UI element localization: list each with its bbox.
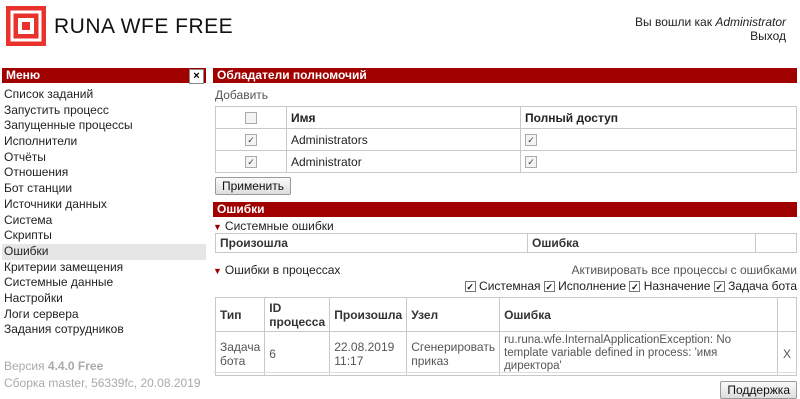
brand-title: RUNA WFE FREE [54, 15, 234, 38]
system-errors-label: Системные ошибки [224, 219, 334, 233]
owners-table: Имя Полный доступ ✓ Administrators ✓ ✓ A… [215, 106, 797, 173]
menu-title: Меню [6, 68, 41, 82]
process-errors-table: Тип ID процесса Произошла Узел Ошибка За… [214, 297, 797, 376]
menu-item-reports[interactable]: Отчёты [2, 150, 206, 166]
menu-item-relations[interactable]: Отношения [2, 165, 206, 181]
menu-item-executors[interactable]: Исполнители [2, 134, 206, 150]
footer-divider [213, 372, 797, 373]
menu-item-tasks[interactable]: Список заданий [2, 87, 206, 103]
filter-checkboxes: ✓ Системная ✓ Исполнение ✓ Назначение ✓ … [213, 279, 797, 293]
col-type: Тип [214, 297, 266, 332]
username: Administrator [715, 15, 786, 29]
row-select-cell: ✓ [215, 150, 287, 173]
menu-item-start-process[interactable]: Запустить процесс [2, 103, 206, 119]
col-error: Ошибка [527, 233, 756, 253]
owner-name: Administrator [286, 150, 521, 173]
menu-item-data-sources[interactable]: Источники данных [2, 197, 206, 213]
error-date: 22.08.2019 11:17 [329, 331, 408, 376]
errors-header: Ошибки [213, 202, 797, 217]
menu-item-running-processes[interactable]: Запущенные процессы [2, 118, 206, 134]
row-checkbox[interactable]: ✓ [245, 134, 257, 147]
menu-item-system-data[interactable]: Системные данные [2, 275, 206, 291]
filter-label-execution: Исполнение [558, 279, 627, 293]
table-row: ✓ Administrator ✓ [215, 150, 797, 173]
process-errors-toggle[interactable]: ▼ Ошибки в процессах [213, 263, 340, 277]
error-node: Сгенерировать приказ [406, 331, 501, 376]
main-content: Обладатели полномочий Добавить Имя Полны… [213, 68, 797, 399]
col-process-id: ID процесса [264, 297, 331, 332]
activate-all-link[interactable]: Активировать все процессы с ошибками [571, 263, 797, 277]
process-errors-header-row: Тип ID процесса Произошла Узел Ошибка [214, 297, 797, 332]
col-remove [777, 297, 797, 332]
menu-list: Список заданий Запустить процесс Запущен… [2, 87, 206, 338]
menu-item-server-logs[interactable]: Логи сервера [2, 307, 206, 323]
version-label: Версия [4, 359, 48, 373]
filter-label-assignment: Назначение [643, 279, 711, 293]
runa-logo [6, 6, 46, 46]
menu-item-bot-stations[interactable]: Бот станции [2, 181, 206, 197]
system-errors-table: Произошла Ошибка [215, 233, 797, 253]
apply-button[interactable]: Применить [215, 177, 292, 195]
user-box: Вы вошли как Administrator Выход [635, 15, 786, 43]
full-access-cell: ✓ [520, 150, 797, 173]
menu-item-scripts[interactable]: Скрипты [2, 228, 206, 244]
add-link[interactable]: Добавить [215, 88, 268, 102]
build-info: Сборка master, 56339fc, 20.08.2019 [4, 376, 201, 390]
filter-label-bot-task: Задача бота [728, 279, 797, 293]
col-occurred: Произошла [329, 297, 408, 332]
table-row: ✓ Administrators ✓ [215, 128, 797, 151]
table-row: Задача бота 6 22.08.2019 11:17 Сгенериро… [214, 331, 797, 376]
full-access-cell: ✓ [520, 128, 797, 151]
filter-label-system: Системная [479, 279, 541, 293]
menu-item-errors[interactable]: Ошибки [2, 243, 206, 260]
support-button[interactable]: Поддержка [720, 381, 797, 399]
row-select-cell: ✓ [215, 128, 287, 151]
system-errors-toggle[interactable]: ▼ Системные ошибки [213, 219, 797, 233]
error-message[interactable]: ru.runa.wfe.InternalApplicationException… [499, 331, 778, 376]
row-checkbox[interactable]: ✓ [245, 156, 257, 169]
version-number: 4.4.0 Free [47, 359, 104, 373]
menu-item-system[interactable]: Система [2, 213, 206, 229]
system-errors-header-row: Произошла Ошибка [215, 233, 797, 253]
menu-item-substitution-criteria[interactable]: Критерии замещения [2, 260, 206, 276]
col-name: Имя [286, 106, 521, 129]
error-process-id[interactable]: 6 [264, 331, 331, 376]
col-full-access: Полный доступ [520, 106, 797, 129]
close-icon[interactable]: × [189, 69, 204, 84]
error-type: Задача бота [214, 331, 266, 376]
select-all-cell [215, 106, 287, 129]
col-occurred: Произошла [215, 233, 528, 253]
select-all-checkbox[interactable] [245, 112, 257, 125]
menu-item-employee-tasks[interactable]: Задания сотрудников [2, 322, 206, 338]
col-node: Узел [406, 297, 501, 332]
remove-error-button[interactable]: X [777, 331, 797, 376]
version-info: Версия 4.4.0 Free Сборка master, 56339fc… [2, 358, 206, 392]
col-actions [755, 233, 797, 253]
triangle-down-icon: ▼ [213, 222, 222, 232]
owner-name: Administrators [286, 128, 521, 151]
filter-checkbox-assignment[interactable]: ✓ [629, 281, 641, 293]
triangle-down-icon: ▼ [213, 266, 222, 276]
col-error-message: Ошибка [499, 297, 778, 332]
filter-checkbox-system[interactable]: ✓ [464, 281, 476, 293]
full-access-checkbox[interactable]: ✓ [525, 156, 537, 169]
logged-in-label: Вы вошли как [634, 15, 712, 29]
owners-header: Обладатели полномочий [213, 68, 797, 83]
filter-checkbox-execution[interactable]: ✓ [543, 281, 555, 293]
full-access-checkbox[interactable]: ✓ [525, 134, 537, 147]
owners-header-row: Имя Полный доступ [215, 106, 797, 129]
menu-item-settings[interactable]: Настройки [2, 291, 206, 307]
filter-checkbox-bot-task[interactable]: ✓ [713, 281, 725, 293]
sidebar: Меню × Список заданий Запустить процесс … [2, 68, 206, 392]
menu-header: Меню × [2, 68, 206, 84]
process-errors-label: Ошибки в процессах [224, 263, 341, 277]
logout-link[interactable]: Выход [635, 29, 786, 43]
